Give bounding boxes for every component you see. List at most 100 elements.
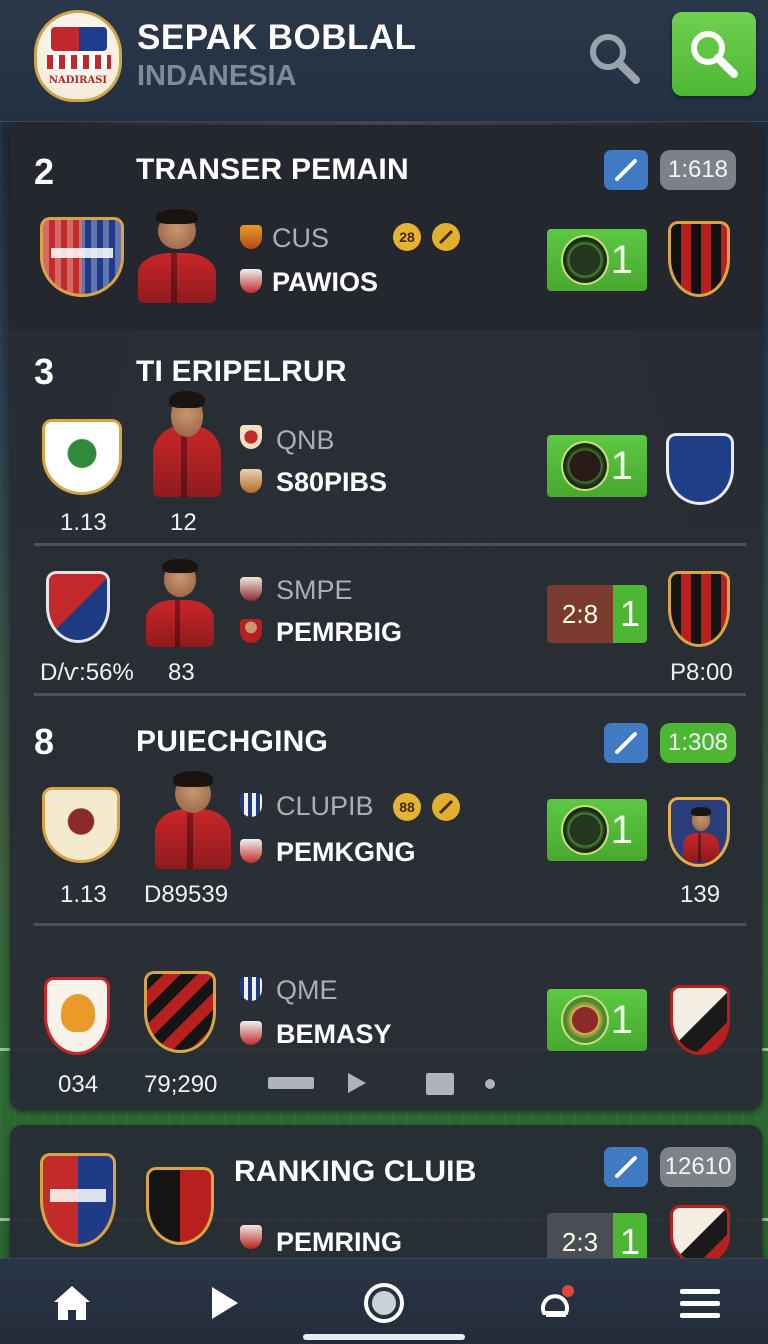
logo-text: NADIRASI — [48, 75, 108, 86]
app-logo: NADIRASI — [34, 10, 122, 102]
club-icon — [240, 425, 262, 449]
club-crest[interactable] — [40, 1153, 116, 1247]
club-crest[interactable] — [42, 419, 122, 495]
stat-value: P8:00 — [670, 659, 733, 686]
stop-icon[interactable] — [426, 1073, 454, 1095]
play-icon[interactable] — [346, 1071, 368, 1100]
club-icon — [240, 577, 262, 601]
opponent-crest[interactable] — [670, 1205, 730, 1265]
sword-icon — [432, 793, 460, 821]
search-icon — [691, 31, 738, 78]
stat-value: 1.13 — [60, 509, 107, 536]
stat-value: 139 — [680, 881, 721, 908]
edit-badge[interactable] — [604, 1147, 648, 1187]
score-value: 1 — [610, 997, 633, 1042]
coin-badge: 28 — [393, 223, 421, 251]
row-divider — [34, 923, 746, 926]
player-icon — [240, 269, 262, 293]
time-badge: 1:308 — [660, 723, 736, 763]
row-line2: PEMRING — [276, 1227, 403, 1257]
score-badge[interactable]: 1 — [547, 799, 647, 861]
time-badge: 1:618 — [660, 150, 736, 190]
row-line2: PAWIOS — [272, 267, 379, 297]
row-line1: SMPE — [276, 575, 353, 605]
score-pair[interactable]: 2:8 1 — [547, 585, 647, 643]
row-line2: BEMASY — [276, 1019, 392, 1049]
stat-value: 034 — [58, 1071, 99, 1098]
stat-value: 79;290 — [144, 1071, 218, 1098]
row-line1: QNB — [276, 425, 335, 455]
progress-bar[interactable] — [268, 1077, 314, 1089]
club-icon — [240, 793, 262, 817]
menu-icon[interactable] — [672, 1275, 728, 1331]
player-photo[interactable] — [140, 557, 220, 647]
brush-icon — [615, 159, 637, 181]
app-header: NADIRASI SEPAK BOBLAL INDANESIA — [0, 0, 768, 122]
row-line1: CUS — [272, 223, 330, 253]
opponent-crest[interactable] — [668, 571, 730, 647]
brush-icon — [615, 1156, 637, 1178]
score-badge[interactable]: 1 — [547, 229, 647, 291]
row-line2: PEMKGNG — [276, 837, 416, 867]
section-title: RANKING CLUIB — [234, 1155, 477, 1188]
section-number: 2 — [34, 151, 55, 192]
player-icon — [240, 619, 262, 643]
row-line1: CLUPIB — [276, 791, 374, 821]
app-subtitle: INDANESIA — [137, 60, 297, 92]
bottom-navigation — [0, 1258, 768, 1344]
home-indicator[interactable] — [303, 1334, 465, 1340]
club-crest[interactable] — [44, 977, 110, 1055]
edit-badge[interactable] — [604, 723, 648, 763]
player-photo[interactable] — [130, 207, 224, 303]
search-button[interactable] — [672, 12, 756, 96]
stat-value: 1.13 — [60, 881, 107, 908]
row-line2: PEMRBIG — [276, 617, 403, 647]
search-icon[interactable] — [584, 28, 644, 88]
score-value: 1 — [610, 443, 633, 488]
section-title: TRANSER PEMAIN — [136, 153, 409, 186]
opponent-crest[interactable] — [668, 221, 730, 297]
stat-value: 83 — [168, 659, 195, 686]
section-title: TI ERIPELRUR — [136, 355, 347, 388]
score-badge[interactable]: 1 — [547, 435, 647, 497]
opponent-crest[interactable] — [670, 985, 730, 1055]
record-icon[interactable] — [356, 1275, 412, 1331]
club-icon — [240, 1225, 262, 1249]
opponent-crest[interactable] — [666, 433, 734, 505]
row-line2: S80PIBS — [276, 467, 388, 497]
player-icon — [240, 839, 262, 863]
home-icon[interactable] — [44, 1275, 100, 1331]
score-value: 1 — [610, 807, 633, 852]
club-crest[interactable] — [146, 1167, 214, 1245]
club-crest[interactable] — [40, 217, 124, 297]
stat-value: D89539 — [144, 881, 229, 908]
dot-indicator[interactable] — [485, 1079, 495, 1089]
opponent-crest[interactable] — [668, 797, 730, 867]
section-number: 8 — [34, 721, 55, 762]
app-title: SEPAK BOBLAL — [137, 18, 417, 57]
brush-icon — [615, 732, 637, 754]
club-crest[interactable] — [42, 787, 120, 863]
club-icon — [240, 225, 262, 249]
player-icon — [240, 1021, 262, 1045]
section-title: PUIECHGING — [136, 725, 329, 758]
row-line1: QME — [276, 975, 338, 1005]
player-photo[interactable] — [146, 389, 228, 497]
matches-card: 2 TRANSER PEMAIN 1:618 CUS PAWIOS 28 1 3… — [10, 125, 762, 1110]
club-icon — [240, 977, 262, 1001]
score-value: 1 — [610, 237, 633, 282]
row-divider — [34, 693, 746, 696]
club-crest[interactable] — [46, 571, 110, 643]
row-divider — [34, 543, 746, 546]
player-photo[interactable] — [148, 769, 238, 869]
play-icon[interactable] — [196, 1275, 252, 1331]
notification-icon[interactable] — [528, 1275, 584, 1331]
player-icon — [240, 469, 262, 493]
score-badge[interactable]: 1 — [547, 989, 647, 1051]
edit-badge[interactable] — [604, 150, 648, 190]
stat-value: D/ѵ:56% — [40, 659, 134, 686]
club-crest[interactable] — [144, 971, 216, 1053]
coin-badge: 88 — [393, 793, 421, 821]
score-left: 2:8 — [547, 585, 613, 643]
sword-icon — [432, 223, 460, 251]
